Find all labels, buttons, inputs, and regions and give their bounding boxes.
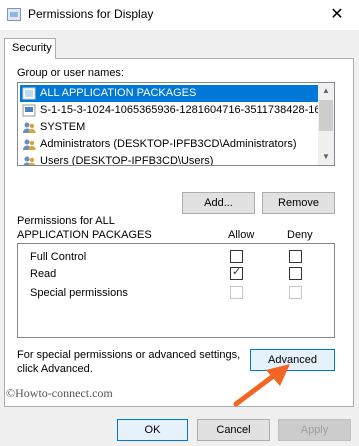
add-button[interactable]: Add... (182, 192, 255, 214)
arrow-annotation-icon (233, 364, 290, 407)
group-list-label: Group or user names: (17, 67, 124, 79)
title-bar[interactable]: Permissions for Display ✕ (0, 0, 359, 30)
window-title: Permissions for Display (28, 7, 154, 21)
remove-button[interactable]: Remove (262, 192, 335, 214)
close-button[interactable]: ✕ (315, 0, 359, 30)
list-item-label: ALL APPLICATION PACKAGES (40, 87, 197, 99)
package-group-icon (22, 87, 36, 100)
check-icon: ✓ (232, 266, 242, 278)
list-item[interactable]: Administrators (DESKTOP-IPFB3CD\Administ… (20, 136, 318, 153)
cancel-button[interactable]: Cancel (197, 419, 270, 441)
list-item-label: S-1-15-3-1024-1065365936-1281604716-3511… (40, 104, 327, 116)
tab-label: Security (12, 42, 52, 54)
advanced-text-line1: For special permissions or advanced sett… (17, 349, 241, 361)
list-item-label: Users (DESKTOP-IPFB3CD\Users) (40, 155, 214, 166)
list-item[interactable]: Users (DESKTOP-IPFB3CD\Users) (20, 153, 318, 166)
allow-checkbox[interactable] (230, 250, 243, 263)
list-item-label: Administrators (DESKTOP-IPFB3CD\Administ… (40, 138, 297, 150)
deny-column-header: Deny (287, 229, 313, 241)
vertical-scrollbar[interactable]: ▲ ▼ (318, 83, 334, 165)
list-item[interactable]: S-1-15-3-1024-1065365936-1281604716-3511… (20, 102, 327, 119)
permission-label: Special permissions (30, 287, 128, 299)
users-icon (23, 156, 36, 165)
list-item[interactable]: SYSTEM (20, 119, 318, 136)
group-user-list[interactable]: ALL APPLICATION PACKAGES S-1-15-3-1024-1… (17, 82, 335, 166)
users-icon (23, 139, 36, 150)
list-item-label: SYSTEM (40, 121, 86, 133)
deny-checkbox (289, 286, 302, 299)
allow-checkbox (230, 286, 243, 299)
permissions-header-line1: Permissions for ALL (17, 215, 115, 227)
allow-checkbox[interactable]: ✓ (230, 266, 243, 280)
permission-label: Full Control (30, 251, 87, 263)
ok-button[interactable]: OK (117, 419, 188, 441)
scroll-up-icon[interactable]: ▲ (318, 83, 334, 99)
unknown-sid-icon (22, 104, 36, 117)
permissions-header-line2: APPLICATION PACKAGES (17, 229, 152, 241)
permission-label: Read (30, 268, 57, 280)
allow-column-header: Allow (228, 229, 255, 241)
deny-checkbox[interactable] (289, 267, 302, 280)
list-item[interactable]: ALL APPLICATION PACKAGES (20, 85, 318, 102)
tab-security[interactable]: Security (4, 38, 56, 59)
scroll-down-icon[interactable]: ▼ (318, 149, 334, 165)
deny-checkbox[interactable] (289, 250, 302, 263)
scroll-thumb[interactable] (319, 100, 333, 131)
advanced-text-line2: click Advanced. (17, 363, 93, 375)
window-icon (7, 8, 21, 21)
watermark: ©Howto-connect.com (6, 386, 113, 400)
users-icon (23, 122, 36, 133)
apply-button: Apply (278, 419, 351, 441)
